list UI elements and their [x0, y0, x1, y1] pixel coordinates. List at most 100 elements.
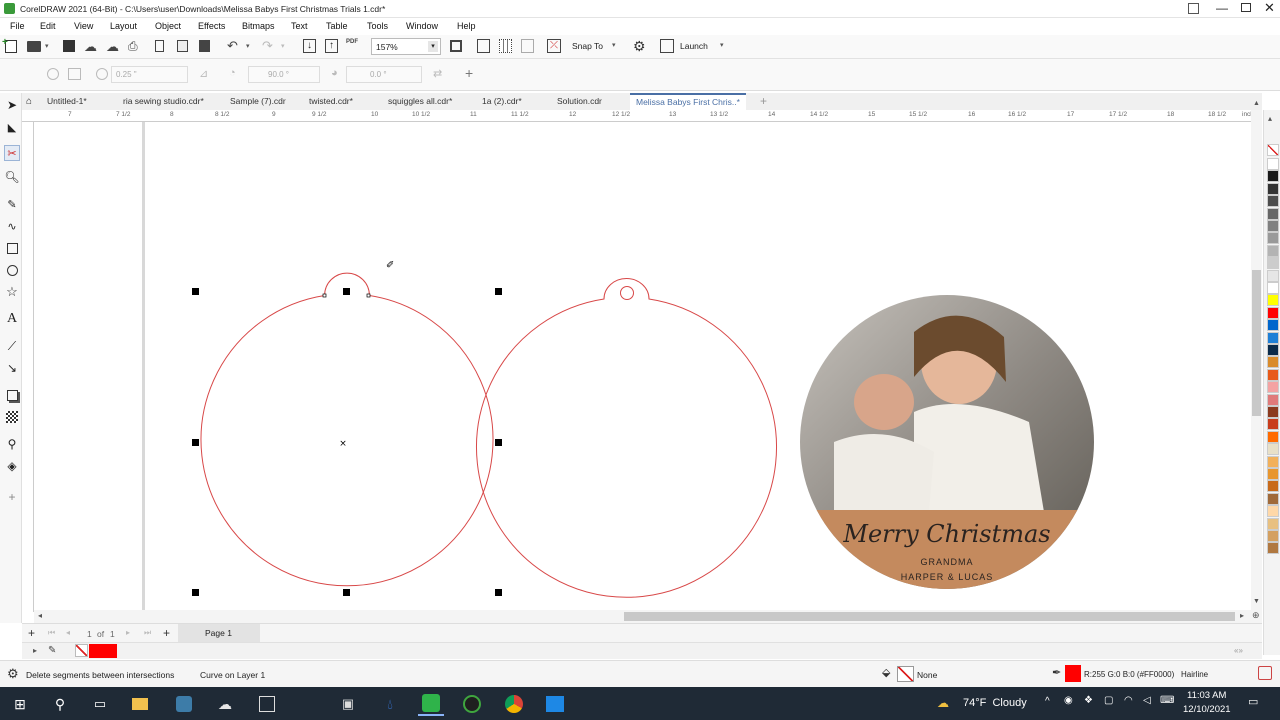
tab-solution[interactable]: Solution.cdr: [557, 93, 602, 110]
vertical-scrollbar[interactable]: ▲ ▼: [1251, 100, 1262, 610]
close-icon[interactable]: ✕: [1264, 0, 1275, 16]
palette-swatch[interactable]: [1267, 306, 1279, 319]
palette-swatch[interactable]: [1267, 269, 1279, 282]
scroll-right-icon[interactable]: ▸: [1240, 611, 1244, 620]
palette-swatch[interactable]: [1267, 542, 1279, 555]
copy-icon[interactable]: [177, 40, 188, 52]
app-icon-cloud[interactable]: ☁: [213, 692, 237, 716]
vertical-ruler[interactable]: [22, 122, 34, 612]
next-page-icon[interactable]: ▸: [126, 628, 130, 637]
tab-melissa-babys-first-christmas[interactable]: Melissa Babys First Chris..*: [630, 93, 746, 110]
maximize-icon[interactable]: [1241, 3, 1251, 12]
document-palette-scroll-icon[interactable]: «»: [1234, 646, 1243, 655]
show-rulers-icon[interactable]: [477, 39, 490, 53]
hanger-hole[interactable]: [620, 286, 634, 300]
palette-swatch[interactable]: [1267, 158, 1279, 170]
tray-app-icon[interactable]: ◉: [1064, 695, 1073, 706]
palette-swatch[interactable]: [1267, 430, 1279, 443]
palette-swatch[interactable]: [1267, 232, 1279, 245]
start-angle-field[interactable]: 90.0 °: [248, 66, 320, 83]
scroll-up-icon[interactable]: ▲: [1253, 100, 1260, 107]
start-windows-icon[interactable]: ⊞: [8, 692, 32, 716]
snap-to-dropdown-icon[interactable]: ▾: [612, 41, 616, 49]
selection-handle[interactable]: [343, 589, 350, 596]
undo-icon[interactable]: ↶: [227, 38, 238, 54]
text-tool-icon[interactable]: A: [4, 311, 20, 327]
home-icon[interactable]: ⌂: [26, 96, 32, 107]
pick-tool-icon[interactable]: ➤: [4, 97, 20, 113]
status-settings-icon[interactable]: ⚙: [7, 666, 19, 682]
app-icon-green-active[interactable]: [418, 692, 444, 716]
selection-handle[interactable]: [192, 439, 199, 446]
palette-swatch[interactable]: [1267, 319, 1279, 332]
menu-text[interactable]: Text: [291, 21, 308, 31]
volume-icon[interactable]: ◁: [1143, 695, 1151, 706]
palette-flyout-icon[interactable]: ▴: [1268, 114, 1272, 123]
save-icon[interactable]: [63, 40, 75, 52]
transparency-tool-icon[interactable]: [4, 409, 20, 425]
current-page-number[interactable]: 1: [87, 629, 92, 639]
options-gear-icon[interactable]: ⚙: [633, 38, 646, 55]
palette-swatch[interactable]: [1267, 505, 1279, 518]
document-palette-menu-icon[interactable]: ▸: [33, 646, 37, 655]
scroll-left-icon[interactable]: ◂: [38, 611, 42, 620]
outline-color-swatch[interactable]: [1065, 665, 1081, 682]
palette-swatch[interactable]: [1267, 492, 1279, 505]
selection-handle[interactable]: [495, 439, 502, 446]
palette-swatch[interactable]: [1267, 356, 1279, 369]
cloud-download-icon[interactable]: ☁: [106, 39, 119, 55]
document-red-swatch[interactable]: [89, 644, 117, 658]
drawing-canvas[interactable]: × ✐ Merry Christmas GRANDMA HARPER & LUC…: [34, 122, 1251, 610]
palette-swatch[interactable]: [1267, 406, 1279, 418]
import-icon[interactable]: ↓: [303, 39, 316, 53]
palette-swatch[interactable]: [1267, 480, 1279, 493]
palette-swatch[interactable]: [1267, 468, 1279, 480]
tray-dropbox-icon[interactable]: ❖: [1084, 695, 1093, 706]
chevron-down-icon[interactable]: ▾: [428, 41, 438, 52]
page-tab[interactable]: Page 1: [178, 624, 260, 642]
open-dropdown-icon[interactable]: ▾: [45, 42, 49, 50]
search-icon[interactable]: ⚲: [48, 692, 72, 716]
last-page-icon[interactable]: ⏭: [144, 628, 151, 638]
palette-swatch[interactable]: [1267, 418, 1279, 431]
node-handle[interactable]: [366, 293, 371, 298]
artistic-media-icon[interactable]: ∿: [4, 218, 20, 234]
no-color-swatch[interactable]: [1267, 144, 1279, 156]
wifi-icon[interactable]: ◠: [1124, 695, 1133, 706]
selection-handle[interactable]: [495, 288, 502, 295]
palette-swatch[interactable]: [1267, 182, 1279, 195]
selection-handle[interactable]: [343, 288, 350, 295]
coreldraw-taskbar-icon[interactable]: [172, 692, 196, 716]
horizontal-scrollbar[interactable]: ◂ ▸ ⊕: [34, 610, 1262, 623]
freehand-tool-icon[interactable]: ✎: [4, 196, 20, 212]
app-icon-photos[interactable]: [543, 692, 567, 716]
palette-swatch[interactable]: [1267, 244, 1279, 257]
palette-swatch[interactable]: [1267, 517, 1279, 530]
zoom-navigator-icon[interactable]: ⊕: [1252, 610, 1260, 621]
snap-off-icon[interactable]: ⤫: [547, 39, 561, 53]
right-ornament-curve[interactable]: [476, 278, 777, 598]
interactive-fill-icon[interactable]: ◈: [4, 458, 20, 474]
full-screen-icon[interactable]: [450, 40, 462, 52]
eyedropper-tool-icon[interactable]: ⚲: [4, 436, 20, 452]
pie-icon[interactable]: ◕: [331, 67, 338, 79]
menu-object[interactable]: Object: [155, 21, 181, 31]
new-tab-icon[interactable]: +: [760, 94, 767, 108]
task-view-icon[interactable]: ▭: [88, 692, 112, 716]
print-icon[interactable]: ⎙: [128, 39, 138, 54]
app-icon-drop[interactable]: 💧︎: [378, 692, 402, 716]
left-ornament-curve[interactable]: [200, 272, 494, 587]
paste-icon[interactable]: [199, 40, 210, 52]
open-folder-icon[interactable]: [27, 41, 41, 52]
zoom-tool-icon[interactable]: 🔍︎: [4, 169, 20, 185]
add-tool-icon[interactable]: +: [4, 489, 20, 505]
tray-chevron-icon[interactable]: ^: [1045, 696, 1050, 707]
app-icon-xbox[interactable]: [460, 692, 484, 716]
restore-layout-icon[interactable]: [1188, 3, 1199, 14]
tab-sample-7[interactable]: Sample (7).cdr: [230, 93, 286, 110]
horizontal-ruler[interactable]: 7 7 1/2 8 8 1/2 9 9 1/2 10 10 1/2 11 11 …: [22, 110, 1262, 122]
end-angle-field[interactable]: 0.0 °: [346, 66, 422, 83]
add-icon[interactable]: +: [465, 65, 473, 81]
color-proof-icon[interactable]: [1258, 666, 1272, 680]
vertical-scroll-thumb[interactable]: [1252, 270, 1261, 416]
